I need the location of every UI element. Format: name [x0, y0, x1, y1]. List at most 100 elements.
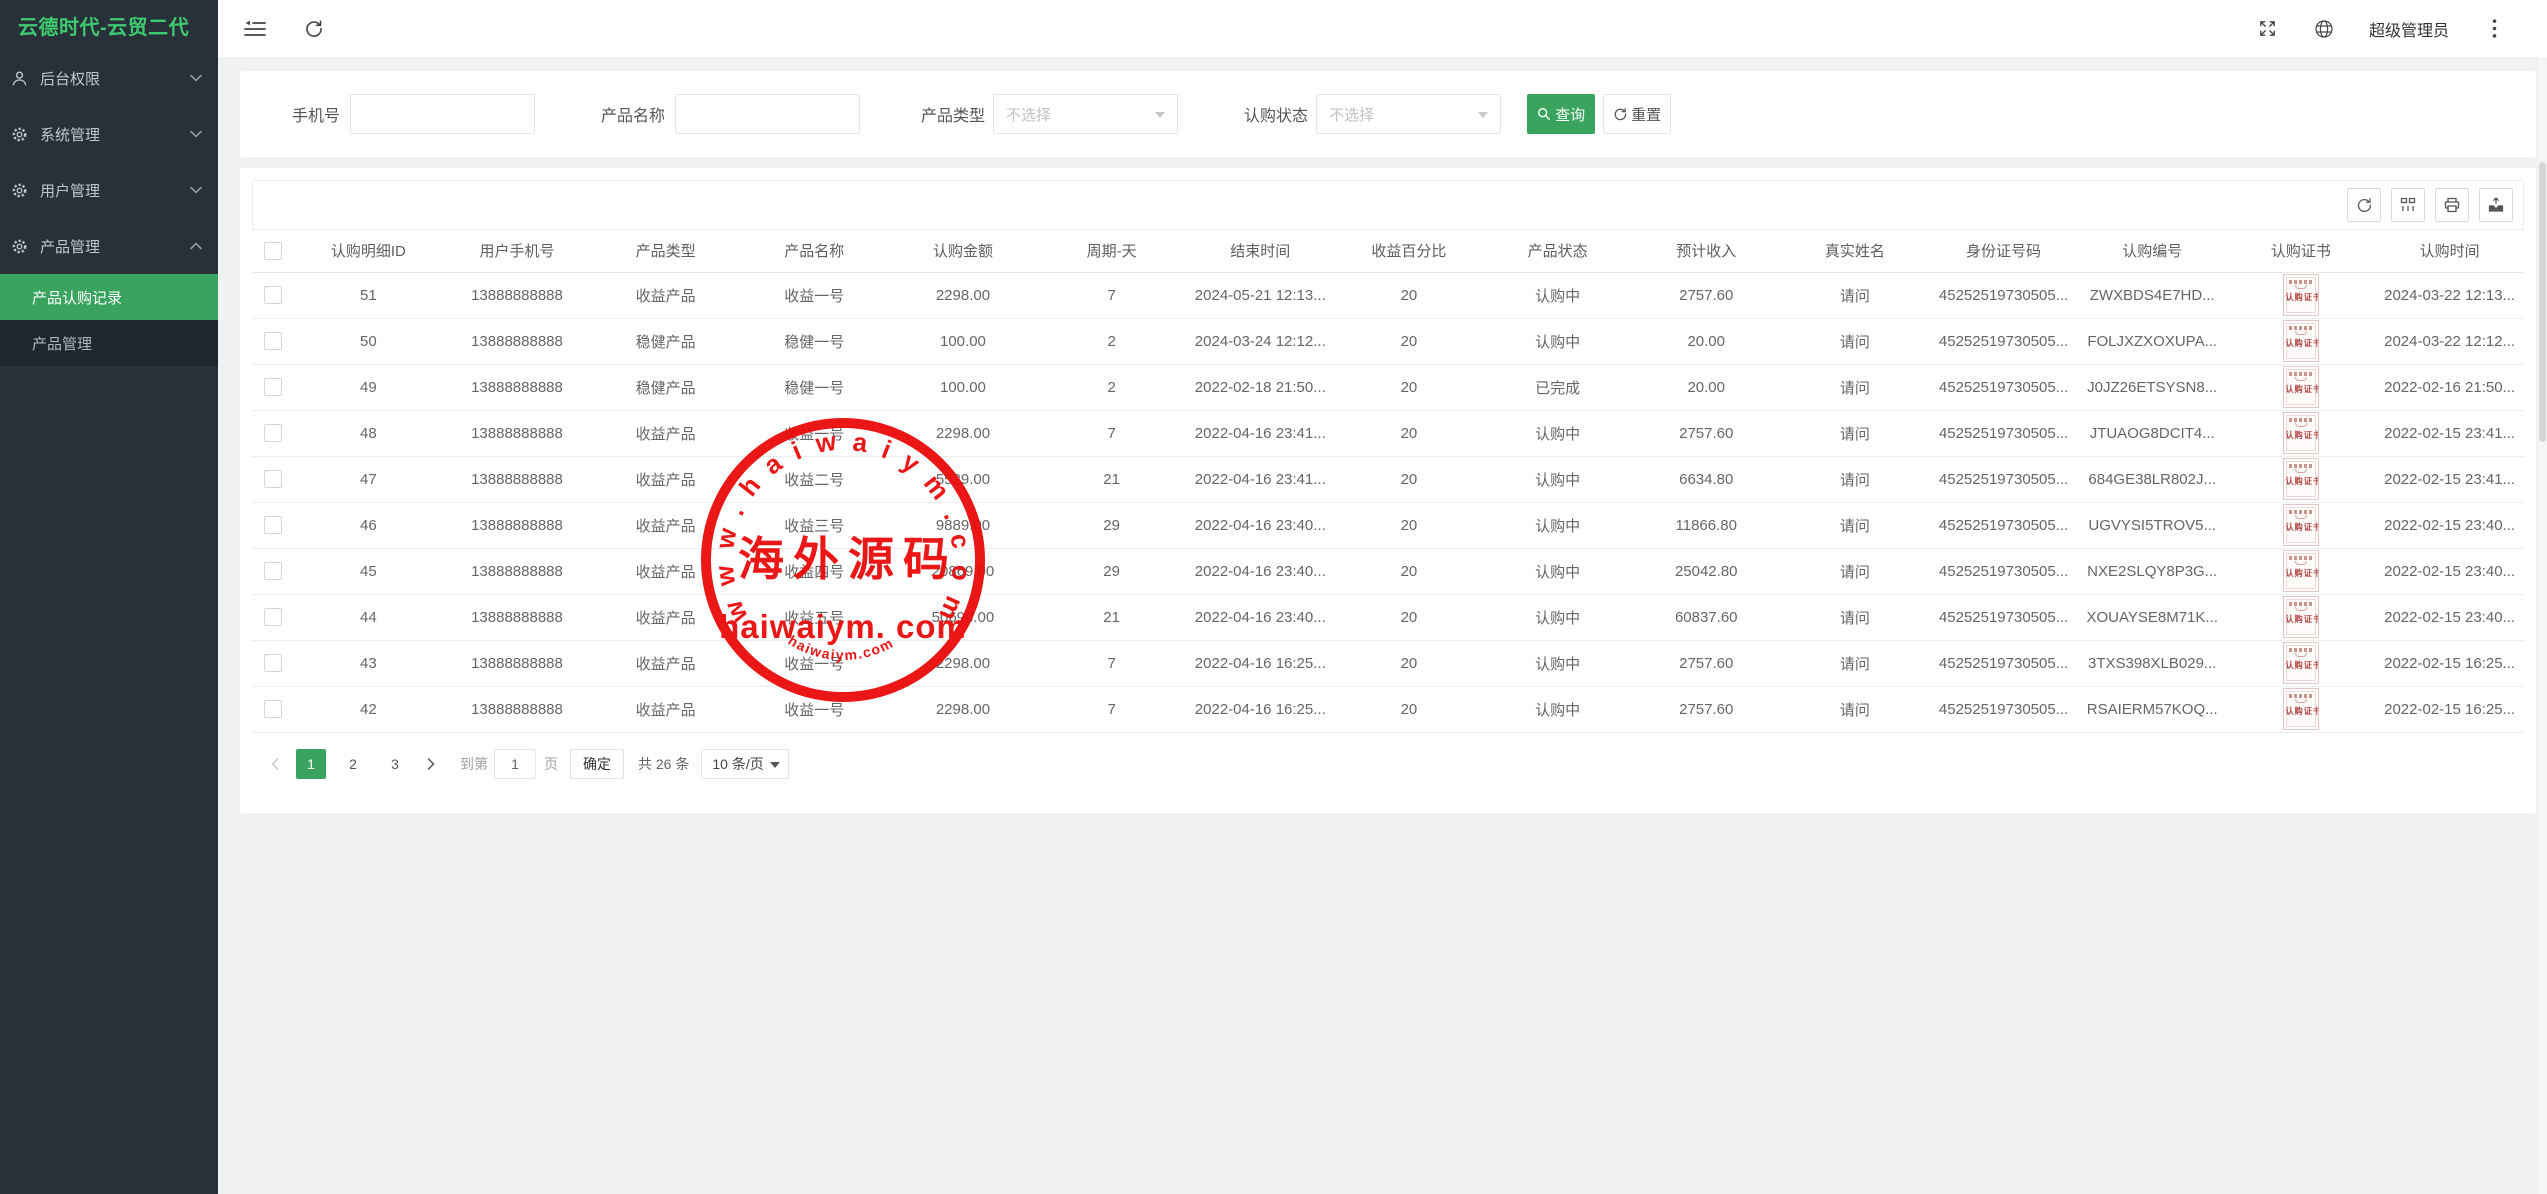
current-user[interactable]: 超级管理员	[2369, 17, 2449, 41]
sidebar-item-label: 后台权限	[40, 68, 190, 89]
certificate-thumbnail[interactable]: 认购证书	[2283, 320, 2319, 362]
cell-product-name: 收益五号	[740, 594, 889, 640]
certificate-deco-arc	[2295, 699, 2307, 703]
cell-subscription-id: 45	[294, 548, 443, 594]
table-row[interactable]: 46 13888888888 收益产品 收益三号 9889.00 29 2022…	[252, 502, 2524, 548]
page-button[interactable]: 2	[338, 749, 368, 779]
cell-subscription-time: 2024-03-22 12:13...	[2375, 272, 2524, 318]
cell-user-phone: 13888888888	[443, 410, 592, 456]
sidebar-nav: 后台权限 系统管理 用户管理 产品管理 产品认购记录 产品管理	[0, 50, 218, 366]
table-row[interactable]: 49 13888888888 稳健产品 稳健一号 100.00 2 2022-0…	[252, 364, 2524, 410]
next-page-icon[interactable]	[416, 749, 446, 779]
cell-real-name: 请问	[1781, 640, 1930, 686]
table-row[interactable]: 50 13888888888 稳健产品 稳健一号 100.00 2 2024-0…	[252, 318, 2524, 364]
cell-product-status: 认购中	[1483, 548, 1632, 594]
sidebar-item-product-subscription-records[interactable]: 产品认购记录	[0, 274, 218, 320]
table-row[interactable]: 42 13888888888 收益产品 收益一号 2298.00 7 2022-…	[252, 686, 2524, 732]
sidebar-item-user-management[interactable]: 用户管理	[0, 162, 218, 218]
row-checkbox[interactable]	[264, 332, 282, 350]
certificate-thumbnail[interactable]: 认购证书	[2283, 274, 2319, 316]
certificate-thumbnail[interactable]: 认购证书	[2283, 504, 2319, 546]
cell-certificate: 认购证书	[2227, 410, 2376, 456]
table-row[interactable]: 44 13888888888 收益产品 收益五号 50698.00 21 202…	[252, 594, 2524, 640]
row-checkbox[interactable]	[264, 424, 282, 442]
row-checkbox[interactable]	[264, 562, 282, 580]
table-row[interactable]: 48 13888888888 收益产品 收益一号 2298.00 7 2022-…	[252, 410, 2524, 456]
reset-button[interactable]: 重置	[1603, 94, 1671, 134]
subscription-status-select[interactable]: 不选择	[1316, 94, 1501, 134]
cell-subscription-code: UGVYSI5TROV5...	[2078, 502, 2227, 548]
table-row[interactable]: 43 13888888888 收益产品 收益一号 2298.00 7 2022-…	[252, 640, 2524, 686]
filter-columns-icon[interactable]	[2391, 188, 2425, 222]
certificate-thumbnail[interactable]: 认购证书	[2283, 412, 2319, 454]
certificate-thumbnail[interactable]: 认购证书	[2283, 596, 2319, 638]
cell-subscription-code: NXE2SLQY8P3G...	[2078, 548, 2227, 594]
table-row[interactable]: 45 13888888888 收益产品 收益四号 20869.00 29 202…	[252, 548, 2524, 594]
fullscreen-icon[interactable]	[2257, 19, 2279, 39]
column-header: 身份证号码	[1929, 230, 2078, 272]
prev-page-icon[interactable]	[260, 749, 290, 779]
refresh-page-icon[interactable]	[302, 19, 324, 39]
search-button-label: 查询	[1555, 104, 1585, 125]
page-button[interactable]: 1	[296, 749, 326, 779]
phone-input[interactable]	[350, 94, 535, 134]
column-header: 认购编号	[2078, 230, 2227, 272]
collapse-sidebar-icon[interactable]	[244, 19, 266, 39]
certificate-thumbnail[interactable]: 认购证书	[2283, 642, 2319, 684]
certificate-thumbnail[interactable]: 认购证书	[2283, 366, 2319, 408]
table-row[interactable]: 51 13888888888 收益产品 收益一号 2298.00 7 2024-…	[252, 272, 2524, 318]
export-icon[interactable]	[2479, 188, 2513, 222]
cell-product-type: 收益产品	[591, 410, 740, 456]
table-row[interactable]: 47 13888888888 收益产品 收益二号 5529.00 21 2022…	[252, 456, 2524, 502]
goto-confirm-button[interactable]: 确定	[570, 749, 624, 779]
page-button[interactable]: 3	[380, 749, 410, 779]
table-body: 51 13888888888 收益产品 收益一号 2298.00 7 2024-…	[252, 272, 2524, 732]
sidebar-item-admin-permission[interactable]: 后台权限	[0, 50, 218, 106]
per-page-select[interactable]: 10 条/页	[701, 749, 788, 779]
sidebar-item-product-management-sub[interactable]: 产品管理	[0, 320, 218, 366]
sidebar-item-product-management[interactable]: 产品管理	[0, 218, 218, 274]
row-checkbox[interactable]	[264, 470, 282, 488]
row-checkbox[interactable]	[264, 654, 282, 672]
subscription-table: 认购明细ID用户手机号产品类型产品名称认购金额周期-天结束时间收益百分比产品状态…	[252, 230, 2524, 733]
column-header: 收益百分比	[1335, 230, 1484, 272]
row-checkbox[interactable]	[264, 516, 282, 534]
sidebar-item-system-management[interactable]: 系统管理	[0, 106, 218, 162]
certificate-thumbnail[interactable]: 认购证书	[2283, 688, 2319, 730]
cell-expected-income: 60837.60	[1632, 594, 1781, 640]
cell-certificate: 认购证书	[2227, 318, 2376, 364]
search-button[interactable]: 查询	[1527, 94, 1595, 134]
certificate-deco	[2289, 694, 2313, 698]
row-checkbox[interactable]	[264, 608, 282, 626]
chevron-down-icon	[1155, 112, 1165, 118]
cell-subscription-code: J0JZ26ETSYSN8...	[2078, 364, 2227, 410]
cell-income-percent: 20	[1335, 686, 1484, 732]
cell-product-name: 收益二号	[740, 456, 889, 502]
row-checkbox[interactable]	[264, 378, 282, 396]
cell-income-percent: 20	[1335, 594, 1484, 640]
cell-end-time: 2022-04-16 23:40...	[1186, 548, 1335, 594]
row-checkbox[interactable]	[264, 286, 282, 304]
scrollbar-thumb[interactable]	[2539, 162, 2546, 442]
table-refresh-icon[interactable]	[2347, 188, 2381, 222]
cell-user-phone: 13888888888	[443, 594, 592, 640]
cell-end-time: 2022-04-16 23:41...	[1186, 456, 1335, 502]
certificate-thumbnail[interactable]: 认购证书	[2283, 550, 2319, 592]
certificate-label: 认购证书	[2285, 384, 2316, 393]
cell-subscription-id: 44	[294, 594, 443, 640]
row-checkbox[interactable]	[264, 700, 282, 718]
kebab-menu-icon[interactable]	[2483, 19, 2505, 39]
select-all-checkbox[interactable]	[264, 242, 282, 260]
vertical-scrollbar[interactable]	[2538, 57, 2547, 1194]
certificate-thumbnail[interactable]: 认购证书	[2283, 458, 2319, 500]
cell-subscription-time: 2022-02-15 16:25...	[2375, 686, 2524, 732]
cell-real-name: 请问	[1781, 594, 1930, 640]
product-type-select[interactable]: 不选择	[993, 94, 1178, 134]
select-all-cell	[252, 230, 294, 272]
language-globe-icon[interactable]	[2313, 19, 2335, 39]
cell-real-name: 请问	[1781, 456, 1930, 502]
cell-certificate: 认购证书	[2227, 548, 2376, 594]
print-icon[interactable]	[2435, 188, 2469, 222]
goto-page-input[interactable]	[494, 749, 536, 779]
product-name-input[interactable]	[675, 94, 860, 134]
